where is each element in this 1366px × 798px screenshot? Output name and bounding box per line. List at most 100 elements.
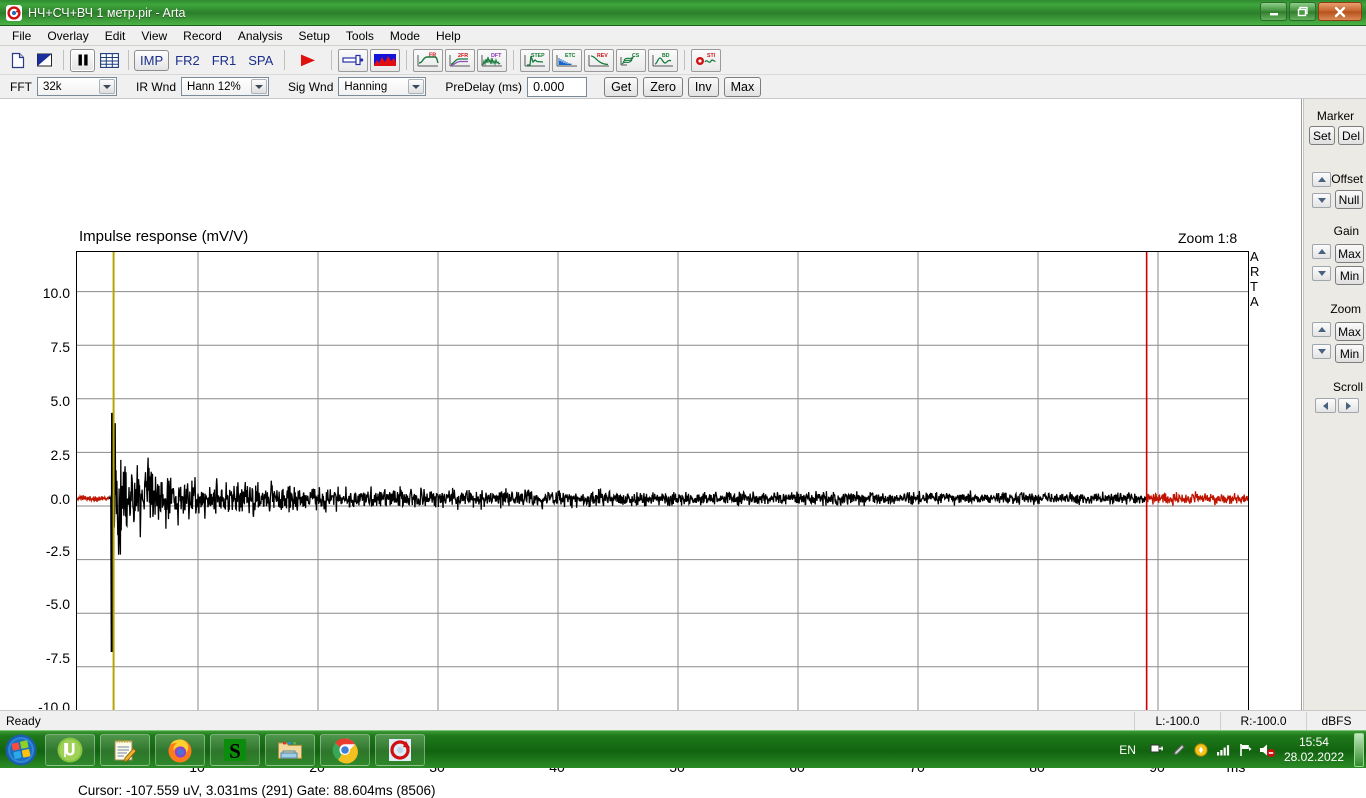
- menu-item-analysis[interactable]: Analysis: [230, 27, 291, 45]
- tab-fr2[interactable]: FR2: [169, 50, 206, 71]
- y-tick-label: 5.0: [50, 393, 70, 409]
- fft-label: FFT: [10, 79, 32, 94]
- right-level-readout: R:-100.0: [1220, 711, 1306, 730]
- arta-icon: [6, 4, 22, 21]
- sig-wnd-select[interactable]: Hanning: [338, 77, 427, 96]
- pause-icon[interactable]: [70, 48, 95, 72]
- ir-wnd-label: IR Wnd: [136, 79, 177, 94]
- left-level-readout: L:-100.0: [1134, 711, 1220, 730]
- step-icon[interactable]: STEP: [520, 48, 551, 72]
- close-button[interactable]: [1318, 2, 1362, 21]
- scroll-left-button[interactable]: [1315, 398, 1336, 413]
- ir-wnd-select[interactable]: Hann 12%: [181, 77, 270, 96]
- language-indicator[interactable]: EN: [1119, 743, 1136, 757]
- update-shield-icon[interactable]: [1190, 742, 1212, 758]
- taskbar-utorrent[interactable]: [45, 733, 95, 766]
- taskbar-s-app[interactable]: S: [210, 733, 260, 766]
- window-controls: [1260, 2, 1362, 21]
- predelay-input[interactable]: 0.000: [527, 76, 588, 97]
- menu-item-view[interactable]: View: [133, 27, 175, 45]
- max-button[interactable]: Max: [723, 76, 762, 97]
- tab-fr1[interactable]: FR1: [206, 50, 243, 71]
- zoom-max-button[interactable]: Max: [1335, 322, 1364, 341]
- cs-icon[interactable]: CS: [616, 48, 647, 72]
- gain-group-label: Gain: [1333, 224, 1359, 238]
- start-orb-icon[interactable]: [2, 733, 40, 767]
- minimize-button[interactable]: [1260, 2, 1287, 21]
- color-invert-icon[interactable]: [32, 49, 57, 72]
- menu-item-file[interactable]: File: [4, 27, 39, 45]
- gain-max-button[interactable]: Max: [1335, 244, 1364, 263]
- marker-del-button[interactable]: Del: [1338, 126, 1364, 145]
- inv-button[interactable]: Inv: [687, 76, 719, 97]
- clock[interactable]: 15:54 28.02.2022: [1284, 735, 1344, 765]
- marker-set-button[interactable]: Set: [1309, 126, 1335, 145]
- utorrent-icon: [57, 737, 83, 762]
- signal-generator-icon[interactable]: [338, 48, 369, 72]
- impulse-response-plot[interactable]: [76, 251, 1249, 746]
- tab-spa[interactable]: SPA: [242, 50, 279, 71]
- menu-item-help[interactable]: Help: [428, 27, 469, 45]
- fr-icon[interactable]: FR: [413, 48, 444, 72]
- graph-panel: Impulse response (mV/V) Zoom 1:8 ARTA 10…: [0, 99, 1302, 798]
- menu-item-edit[interactable]: Edit: [97, 27, 134, 45]
- status-bar: Ready L:-100.0 R:-100.0 dBFS: [0, 710, 1366, 730]
- taskbar-arta[interactable]: [375, 733, 425, 766]
- menu-item-tools[interactable]: Tools: [338, 27, 382, 45]
- menu-item-record[interactable]: Record: [175, 27, 230, 45]
- maximize-button[interactable]: [1289, 2, 1316, 21]
- menu-item-mode[interactable]: Mode: [382, 27, 428, 45]
- zoom-down-button[interactable]: [1312, 344, 1331, 359]
- show-desktop-button[interactable]: [1354, 733, 1364, 767]
- trace-group: [77, 412, 1248, 653]
- svg-text:STEP: STEP: [531, 53, 545, 59]
- sig-wnd-value: Hanning: [344, 80, 388, 93]
- table-icon[interactable]: [97, 49, 122, 72]
- menu-item-setup[interactable]: Setup: [291, 27, 338, 45]
- gain-up-button[interactable]: [1312, 244, 1331, 259]
- volume-muted-icon[interactable]: [1256, 742, 1278, 758]
- menu-item-overlay[interactable]: Overlay: [39, 27, 96, 45]
- network-plug-icon[interactable]: [1146, 742, 1168, 758]
- chevron-down-icon[interactable]: [408, 79, 425, 94]
- offset-down-button[interactable]: [1312, 193, 1331, 208]
- marker-group-label: Marker: [1316, 109, 1355, 123]
- download-arrow-icon[interactable]: [1168, 742, 1190, 758]
- gain-down-button[interactable]: [1312, 266, 1331, 281]
- offset-null-button[interactable]: Null: [1335, 190, 1363, 209]
- fft-value: 32k: [43, 80, 62, 93]
- window-title: НЧ+СЧ+ВЧ 1 метр.pir - Arta: [28, 5, 186, 20]
- folder-icon: [278, 741, 302, 759]
- fft-select[interactable]: 32k: [37, 77, 117, 96]
- signal-bars-icon[interactable]: [1212, 742, 1234, 758]
- chevron-down-icon[interactable]: [251, 79, 268, 94]
- get-button[interactable]: Get: [604, 76, 639, 97]
- cursor-readout: Cursor: -107.559 uV, 3.031ms (291) Gate:…: [78, 783, 436, 798]
- zoom-up-button[interactable]: [1312, 322, 1331, 337]
- taskbar-explorer[interactable]: [265, 733, 315, 766]
- spectrum-icon[interactable]: [370, 48, 401, 72]
- rev-icon[interactable]: REV: [584, 48, 615, 72]
- taskbar-chrome[interactable]: [320, 733, 370, 766]
- tab-imp[interactable]: IMP: [134, 49, 170, 71]
- offset-up-button[interactable]: [1312, 172, 1331, 187]
- network-icon[interactable]: [1234, 742, 1256, 758]
- new-file-icon[interactable]: [5, 49, 30, 72]
- chevron-down-icon[interactable]: [99, 79, 115, 94]
- play-icon[interactable]: [291, 49, 325, 72]
- status-message: Ready: [6, 713, 41, 728]
- etc-icon[interactable]: ETC: [552, 48, 583, 72]
- svg-text:REV: REV: [597, 53, 608, 59]
- taskbar-firefox[interactable]: [155, 733, 205, 766]
- 2fr-icon[interactable]: 2FR: [445, 48, 476, 72]
- y-tick-label: -2.5: [45, 543, 70, 559]
- dft-icon[interactable]: DFT: [477, 48, 508, 72]
- scroll-right-button[interactable]: [1338, 398, 1359, 413]
- gain-min-button[interactable]: Min: [1335, 266, 1364, 285]
- bd-icon[interactable]: BD: [648, 48, 679, 72]
- sti-icon[interactable]: STI: [691, 48, 722, 72]
- zoom-min-button[interactable]: Min: [1335, 344, 1364, 363]
- taskbar-notepad[interactable]: [100, 733, 150, 766]
- scroll-group-label: Scroll: [1332, 380, 1363, 394]
- zero-button[interactable]: Zero: [643, 76, 683, 97]
